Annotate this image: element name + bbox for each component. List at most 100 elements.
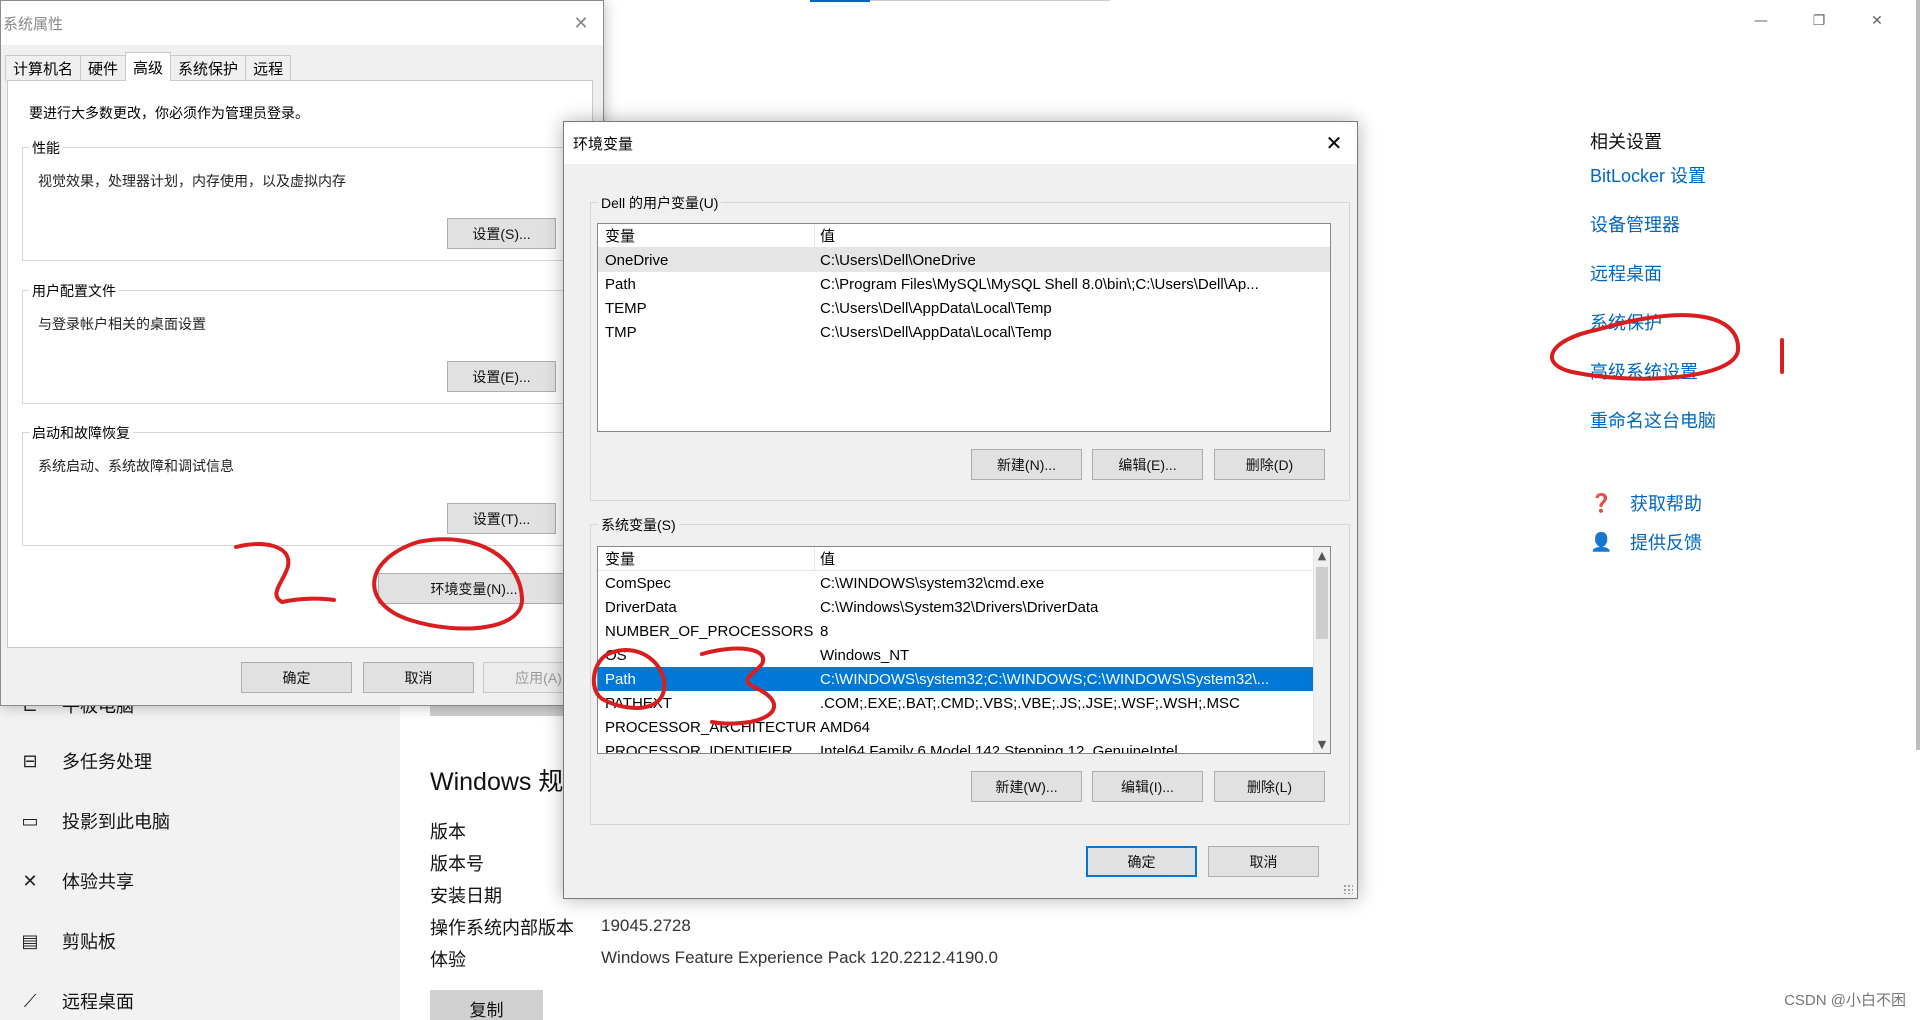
startup-recovery-settings-button[interactable]: 设置(T)... (447, 503, 556, 534)
minimize-icon[interactable]: — (1732, 8, 1790, 34)
user-profiles-group: 用户配置文件 与登录帐户相关的桌面设置 设置(E)... (22, 281, 582, 404)
copy-button[interactable]: 复制 (430, 990, 543, 1020)
system-variables-title: 系统变量(S) (598, 515, 679, 535)
ok-button[interactable]: 确定 (1086, 846, 1197, 877)
system-protection-link[interactable]: 系统保护 (1590, 309, 1662, 335)
system-new-button[interactable]: 新建(W)... (971, 771, 1082, 802)
variable-value: .COM;.EXE;.BAT;.CMD;.VBS;.VBE;.JS;.JSE;.… (820, 694, 1240, 712)
close-icon[interactable]: ✕ (1311, 131, 1357, 155)
table-row[interactable]: PATHEXT .COM;.EXE;.BAT;.CMD;.VBS;.VBE;.J… (598, 691, 1313, 715)
resize-grip-icon[interactable] (1343, 884, 1353, 894)
get-help-link[interactable]: ❓ 获取帮助 (1590, 490, 1702, 516)
scroll-thumb[interactable] (1316, 567, 1328, 639)
nav-item-multitasking[interactable]: ⊟ 多任务处理 (18, 748, 152, 774)
variable-value: C:\Users\Dell\OneDrive (820, 251, 976, 269)
column-header-variable[interactable]: 变量 (598, 224, 815, 247)
table-row[interactable]: TEMP C:\Users\Dell\AppData\Local\Temp (598, 296, 1330, 320)
spec-label: 安装日期 (430, 886, 502, 906)
tab-computer-name[interactable]: 计算机名 (5, 55, 82, 81)
dialog-titlebar[interactable]: 系统属性 ✕ (1, 1, 603, 45)
startup-recovery-group: 启动和故障恢复 系统启动、系统故障和调试信息 设置(T)... (22, 423, 582, 546)
table-row[interactable]: ComSpec C:\WINDOWS\system32\cmd.exe (598, 571, 1313, 595)
cancel-button[interactable]: 取消 (363, 662, 474, 693)
spec-label: 版本 (430, 822, 466, 842)
table-row[interactable]: OS Windows_NT (598, 643, 1313, 667)
cancel-button[interactable]: 取消 (1208, 846, 1319, 877)
user-variables-list[interactable]: 变量 值 OneDrive C:\Users\Dell\OneDrive Pat… (597, 223, 1331, 432)
advanced-system-settings-link[interactable]: 高级系统设置 (1590, 358, 1698, 384)
ok-button[interactable]: 确定 (241, 662, 352, 693)
variable-name: DriverData (605, 598, 677, 616)
bitlocker-link[interactable]: BitLocker 设置 (1590, 162, 1706, 188)
variable-name: PROCESSOR_ARCHITECTURE (605, 718, 815, 736)
column-header-variable[interactable]: 变量 (598, 547, 815, 570)
related-settings-title: 相关设置 (1590, 132, 1662, 152)
clipboard-icon: ▤ (21, 930, 39, 952)
table-row[interactable]: TMP C:\Users\Dell\AppData\Local\Temp (598, 320, 1330, 344)
table-row[interactable]: DriverData C:\Windows\System32\Drivers\D… (598, 595, 1313, 619)
tab-advanced[interactable]: 高级 (125, 52, 172, 81)
remote-icon: ⟋ (23, 990, 37, 1012)
maximize-icon[interactable]: ❐ (1790, 8, 1848, 34)
user-edit-button[interactable]: 编辑(E)... (1092, 449, 1203, 480)
system-variables-list[interactable]: 变量 值 ComSpec C:\WINDOWS\system32\cmd.exe… (597, 546, 1331, 754)
table-row[interactable]: Path C:\Program Files\MySQL\MySQL Shell … (598, 272, 1330, 296)
nav-item-label: 多任务处理 (62, 752, 152, 772)
variable-value: Intel64 Family 6 Model 142 Stepping 12, … (820, 742, 1178, 754)
nav-item-project[interactable]: ▭ 投影到此电脑 (18, 808, 170, 834)
table-row[interactable]: PROCESSOR_ARCHITECTURE AMD64 (598, 715, 1313, 739)
tab-strip: 计算机名 硬件 高级 系统保护 远程 (5, 52, 292, 81)
system-delete-button[interactable]: 删除(L) (1214, 771, 1325, 802)
variable-value: C:\Windows\System32\Drivers\DriverData (820, 598, 1099, 616)
rename-pc-link[interactable]: 重命名这台电脑 (1590, 407, 1716, 433)
column-header-value[interactable]: 值 (815, 548, 835, 569)
environment-variables-dialog: 环境变量 ✕ Dell 的用户变量(U) 变量 值 OneDrive C:\Us… (563, 121, 1358, 899)
user-new-button[interactable]: 新建(N)... (971, 449, 1082, 480)
give-feedback-link[interactable]: 👤 提供反馈 (1590, 529, 1702, 555)
table-row[interactable]: NUMBER_OF_PROCESSORS 8 (598, 619, 1313, 643)
share-icon: ✕ (22, 870, 38, 892)
variable-name: OneDrive (605, 251, 669, 269)
scroll-up-icon[interactable]: ▲ (1314, 547, 1330, 564)
close-icon[interactable]: ✕ (561, 13, 601, 34)
windows-spec-heading: Windows 规 (430, 768, 564, 796)
performance-settings-button[interactable]: 设置(S)... (447, 218, 556, 249)
close-icon[interactable]: ✕ (1848, 8, 1906, 34)
variable-name: ComSpec (605, 574, 671, 592)
remote-desktop-link[interactable]: 远程桌面 (1590, 260, 1662, 286)
multitask-icon: ⊟ (22, 750, 38, 772)
device-manager-link[interactable]: 设备管理器 (1590, 211, 1680, 237)
variable-name: PATHEXT (605, 694, 672, 712)
tab-remote[interactable]: 远程 (245, 55, 292, 81)
nav-item-label: 体验共享 (62, 872, 134, 892)
table-row[interactable]: OneDrive C:\Users\Dell\OneDrive (598, 248, 1330, 272)
tab-accent-line (810, 0, 870, 2)
admin-note: 要进行大多数更改，你必须作为管理员登录。 (29, 105, 309, 121)
dialog-title: 环境变量 (573, 135, 634, 153)
column-header-value[interactable]: 值 (815, 225, 835, 246)
tab-hardware[interactable]: 硬件 (80, 55, 127, 81)
performance-group: 性能 视觉效果，处理器计划，内存使用，以及虚拟内存 设置(S)... (22, 138, 582, 261)
user-delete-button[interactable]: 删除(D) (1214, 449, 1325, 480)
spec-value: Windows Feature Experience Pack 120.2212… (601, 948, 998, 967)
tab-system-protection[interactable]: 系统保护 (170, 55, 247, 81)
table-row[interactable]: PROCESSOR_IDENTIFIER Intel64 Family 6 Mo… (598, 739, 1313, 754)
system-edit-button[interactable]: 编辑(I)... (1092, 771, 1203, 802)
variable-value: AMD64 (820, 718, 871, 736)
environment-variables-button[interactable]: 环境变量(N)... (378, 573, 570, 604)
group-description: 与登录帐户相关的桌面设置 (38, 316, 206, 332)
nav-item-remote-desktop[interactable]: ⟋ 远程桌面 (18, 988, 134, 1014)
system-list-scrollbar[interactable]: ▲ ▼ (1313, 547, 1330, 753)
group-description: 视觉效果，处理器计划，内存使用，以及虚拟内存 (38, 173, 346, 189)
table-row-selected[interactable]: Path C:\WINDOWS\system32;C:\WINDOWS;C:\W… (598, 667, 1313, 691)
nav-item-share[interactable]: ✕ 体验共享 (18, 868, 134, 894)
variable-value: Windows_NT (820, 646, 910, 664)
variable-name: Path (605, 275, 636, 293)
user-profiles-settings-button[interactable]: 设置(E)... (447, 361, 556, 392)
scroll-down-icon[interactable]: ▼ (1314, 736, 1330, 753)
system-properties-dialog: 系统属性 ✕ 计算机名 硬件 高级 系统保护 远程 要进行大多数更改，你必须作为… (0, 0, 604, 706)
nav-item-clipboard[interactable]: ▤ 剪贴板 (18, 928, 116, 954)
user-variables-title: Dell 的用户变量(U) (598, 193, 722, 213)
dialog-titlebar[interactable]: 环境变量 ✕ (564, 122, 1357, 164)
page-scrollbar[interactable] (1916, 0, 1920, 750)
